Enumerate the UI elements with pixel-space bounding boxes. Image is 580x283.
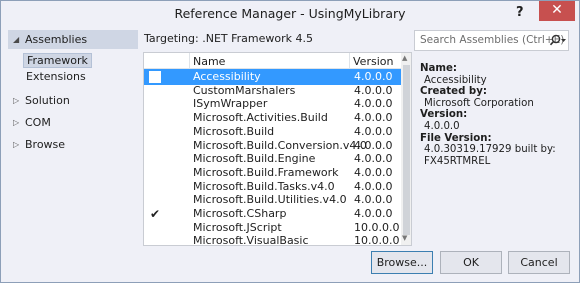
detail-created-value: Microsoft Corporation — [424, 97, 534, 109]
reference-checkbox[interactable] — [149, 85, 161, 97]
detail-version-label: Version: — [420, 109, 468, 121]
close-button[interactable]: ✕ — [539, 1, 575, 21]
sidebar-item-assemblies[interactable]: ◢ Assemblies — [8, 30, 138, 49]
reference-checkbox[interactable] — [149, 153, 161, 165]
vertical-scrollbar[interactable]: ▲ ▼ — [401, 53, 411, 245]
browse-button[interactable]: Browse... — [371, 251, 433, 274]
column-header-version[interactable]: Version — [353, 55, 393, 68]
column-header-name[interactable]: Name — [193, 55, 225, 68]
search-placeholder: Search Assemblies (Ctrl+E) — [420, 34, 565, 46]
detail-file-version-value-2: FX45RTMREL — [424, 155, 491, 167]
reference-checkbox[interactable] — [149, 222, 161, 234]
ok-button[interactable]: OK — [440, 251, 502, 274]
scroll-down-icon[interactable]: ▼ — [402, 234, 407, 242]
reference-checkbox[interactable] — [149, 167, 161, 179]
reference-checkbox[interactable] — [149, 181, 161, 193]
triangle-right-icon: ▷ — [13, 96, 20, 105]
sidebar-item-label: COM — [25, 116, 51, 129]
sidebar-item-label: Browse — [25, 138, 66, 151]
sidebar: ◢ Assemblies Framework Extensions ▷ Solu… — [7, 30, 138, 241]
sidebar-item-framework[interactable]: Framework — [23, 53, 92, 68]
detail-file-version-value: 4.0.30319.17929 built by: — [424, 144, 556, 156]
title-bar: Reference Manager - UsingMyLibrary ? ✕ — [1, 1, 579, 28]
detail-name-value: Accessibility — [424, 74, 487, 86]
close-icon: ✕ — [551, 2, 563, 18]
sidebar-item-com[interactable]: ▷ COM — [13, 115, 51, 130]
assembly-version: 10.0.0.0 — [354, 234, 400, 246]
sidebar-item-extensions[interactable]: Extensions — [23, 69, 89, 84]
detail-name-label: Name: — [420, 63, 457, 74]
reference-checkbox[interactable] — [149, 126, 161, 138]
reference-checkbox[interactable] — [149, 71, 161, 83]
search-icon[interactable] — [549, 34, 567, 50]
sidebar-item-solution[interactable]: ▷ Solution — [13, 93, 70, 108]
targeting-label: Targeting: .NET Framework 4.5 — [144, 32, 314, 45]
triangle-right-icon: ▷ — [13, 118, 20, 127]
search-input[interactable]: Search Assemblies (Ctrl+E) — [414, 30, 569, 51]
cancel-button[interactable]: Cancel — [508, 251, 570, 274]
details-panel: Name: Accessibility Created by: Microsof… — [420, 63, 570, 167]
window-title: Reference Manager - UsingMyLibrary — [174, 6, 406, 21]
assembly-name: Microsoft.VisualBasic — [193, 234, 309, 246]
detail-version-value: 4.0.0.0 — [424, 120, 460, 132]
reference-manager-dialog: Reference Manager - UsingMyLibrary ? ✕ ◢… — [0, 0, 580, 283]
sidebar-item-label: Solution — [25, 94, 70, 107]
scroll-thumb[interactable] — [403, 65, 410, 235]
scroll-up-icon[interactable]: ▲ — [402, 54, 407, 62]
detail-file-version-label: File Version: — [420, 132, 492, 144]
table-row[interactable]: Microsoft.VisualBasic 10.0.0.0 — [144, 233, 401, 246]
reference-checkbox[interactable] — [149, 235, 161, 245]
sidebar-item-label: Assemblies — [25, 33, 88, 46]
detail-created-label: Created by: — [420, 86, 487, 98]
triangle-down-icon: ◢ — [13, 35, 20, 44]
reference-checkbox[interactable] — [149, 140, 161, 152]
reference-checkbox[interactable] — [149, 194, 161, 206]
sidebar-item-browse[interactable]: ▷ Browse — [13, 137, 65, 152]
help-button[interactable]: ? — [516, 5, 524, 20]
list-header: Name Version — [144, 53, 401, 69]
reference-checkbox[interactable] — [149, 112, 161, 124]
reference-checkbox[interactable] — [149, 98, 161, 110]
assembly-list[interactable]: Name Version Accessibility 4.0.0.0 CustomM… — [143, 52, 412, 246]
triangle-right-icon: ▷ — [13, 140, 20, 149]
